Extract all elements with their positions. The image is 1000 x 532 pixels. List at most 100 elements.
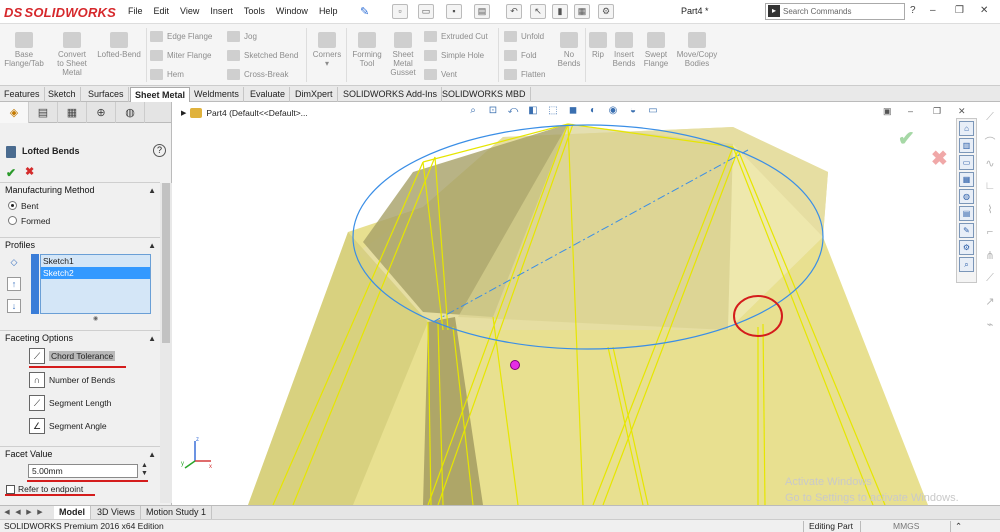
sketched-bend-button[interactable]: Sketched Bend [227, 49, 298, 62]
section-view-icon[interactable]: ◧ [525, 105, 541, 119]
jog-button[interactable]: Jog [227, 30, 257, 43]
viewport-minimize-icon[interactable]: – [908, 106, 913, 116]
configuration-manager-tab-icon[interactable]: ▦ [58, 102, 87, 123]
zoom-to-fit-icon[interactable]: ⌕ [465, 105, 481, 119]
expand-caret-icon[interactable]: ▶ [181, 109, 186, 117]
appearances-icon[interactable]: ◍ [959, 189, 974, 204]
menu-window[interactable]: Window [276, 6, 308, 16]
open-folder-icon[interactable]: ▭ [418, 4, 434, 19]
toolbox-icon[interactable]: ⚙ [959, 240, 974, 255]
first-tab-icon[interactable]: ◀ [2, 507, 12, 518]
file-explorer-icon[interactable]: ▭ [959, 155, 974, 170]
custom-properties-icon[interactable]: ▤ [959, 206, 974, 221]
feature-tree-flyout[interactable]: ▶ Part4 (Default<<Default>... [181, 108, 308, 118]
segment-length-option[interactable]: ⟋ Segment Length [29, 394, 111, 412]
lofted-bend-model[interactable] [173, 102, 1000, 505]
radio-formed[interactable]: Formed [0, 213, 160, 228]
ok-button[interactable]: ✔ [6, 166, 16, 180]
menu-file[interactable]: File [128, 6, 143, 16]
list-item[interactable]: Sketch1 [41, 255, 150, 267]
move-up-button[interactable]: ↑ [7, 277, 21, 291]
vent-button[interactable]: Vent [424, 68, 457, 81]
menu-tools[interactable]: Tools [244, 6, 265, 16]
flatten-button[interactable]: Flatten [504, 68, 545, 81]
fold-button[interactable]: Fold [504, 49, 537, 62]
panel-scrollbar[interactable] [160, 183, 172, 503]
menu-view[interactable]: View [180, 6, 199, 16]
move-copy-bodies-button[interactable]: Move/Copy Bodies [674, 32, 720, 68]
cross-break-button[interactable]: Cross-Break [227, 68, 288, 81]
solidworks-logo[interactable]: DS SOLIDWORKS [4, 2, 116, 22]
sheet-metal-gusset-button[interactable]: Sheet Metal Gusset [386, 32, 420, 77]
no-bends-button[interactable]: No Bends [555, 32, 583, 68]
help-icon[interactable]: ? [153, 144, 166, 157]
trim-icon[interactable]: ⌇ [983, 203, 997, 217]
sketch-point-icon[interactable]: ∟ [983, 180, 997, 194]
pin-icon[interactable]: ✎ [360, 5, 372, 18]
zoom-area-icon[interactable]: ⊡ [485, 105, 501, 119]
options-gear-icon[interactable]: ⚙ [598, 4, 614, 19]
scrollbar-thumb[interactable] [162, 183, 170, 343]
extruded-cut-button[interactable]: Extruded Cut [424, 30, 488, 43]
dimxpert-manager-tab-icon[interactable]: ⊕ [87, 102, 116, 123]
tab-solidworks-mbd[interactable]: SOLIDWORKS MBD [438, 87, 531, 102]
select-pointer-icon[interactable]: ↖ [530, 4, 546, 19]
unfold-button[interactable]: Unfold [504, 30, 544, 43]
feature-manager-tab-icon[interactable]: ◈ [0, 102, 29, 123]
value-spinner[interactable]: ▲ ▼ [141, 462, 148, 478]
file-properties-icon[interactable]: ▦ [574, 4, 590, 19]
status-options-icon[interactable]: ⌃ [955, 520, 962, 532]
sketch-arc-icon[interactable]: ⌒ [983, 134, 997, 149]
pierce-point[interactable] [510, 360, 520, 370]
property-manager-tab-icon[interactable]: ▤ [29, 102, 58, 123]
mirror-icon[interactable]: ⋔ [983, 249, 997, 263]
menu-help[interactable]: Help [319, 6, 338, 16]
view-settings-icon[interactable]: ▭ [645, 105, 661, 119]
corners-button[interactable]: Corners ▾ [308, 32, 346, 68]
restore-button[interactable]: ❐ [955, 5, 964, 16]
tab-sketch[interactable]: Sketch [44, 87, 81, 102]
lofted-bend-button[interactable]: Lofted-Bend [94, 32, 144, 59]
sketch-spline-icon[interactable]: ∿ [983, 157, 997, 171]
profiles-list[interactable]: Sketch1 Sketch2 [40, 254, 151, 314]
tab-evaluate[interactable]: Evaluate [246, 87, 291, 102]
help-icon[interactable]: ? [910, 5, 916, 16]
solidworks-forum-icon[interactable]: ✎ [959, 223, 974, 238]
new-document-icon[interactable]: ▫ [392, 4, 408, 19]
fillet-icon[interactable]: ⌐ [983, 226, 997, 240]
viewport-close-icon[interactable]: ✕ [958, 106, 966, 117]
miter-flange-button[interactable]: Miter Flange [150, 49, 211, 62]
rip-button[interactable]: Rip [587, 32, 609, 59]
simple-hole-button[interactable]: Simple Hole [424, 49, 484, 62]
minimize-button[interactable]: – [930, 5, 936, 16]
hem-button[interactable]: Hem [150, 68, 184, 81]
radio-button[interactable] [8, 201, 17, 210]
refer-to-endpoint-checkbox[interactable]: Refer to endpoint [6, 484, 83, 494]
tab-motion-study-1[interactable]: Motion Study 1 [141, 506, 213, 519]
search-commands-input[interactable]: ▸ Search Commands [765, 3, 905, 20]
next-tab-icon[interactable]: ▶ [24, 507, 34, 518]
tab-3d-views[interactable]: 3D Views [92, 506, 141, 519]
segment-angle-option[interactable]: ∠ Segment Angle [29, 417, 107, 435]
home-icon[interactable]: ⌂ [959, 121, 974, 136]
collapse-chevron-icon[interactable]: ▲ [148, 331, 156, 346]
dimension-icon[interactable]: ↗ [983, 295, 997, 309]
insert-bends-button[interactable]: Insert Bends [610, 32, 638, 68]
tab-sheet-metal[interactable]: Sheet Metal [130, 87, 191, 102]
rebuild-icon[interactable]: ▮ [552, 4, 568, 19]
prev-tab-icon[interactable]: ◀ [13, 507, 23, 518]
scene-icon[interactable]: ◒ [625, 105, 641, 119]
confirm-ok-icon[interactable]: ✔ [898, 126, 915, 151]
collapse-chevron-icon[interactable]: ▲ [148, 238, 156, 253]
offset-icon[interactable]: ⟋ [983, 272, 997, 286]
resize-handle-icon[interactable]: ◉ [93, 315, 98, 322]
save-icon[interactable]: ▪ [446, 4, 462, 19]
sketch-line-icon[interactable]: ⟋ [983, 111, 997, 125]
previous-view-icon[interactable]: ⤺ [505, 105, 521, 119]
tab-features[interactable]: Features [0, 87, 45, 102]
close-button[interactable]: ✕ [980, 5, 988, 16]
swept-flange-button[interactable]: Swept Flange [640, 32, 672, 68]
print-icon[interactable]: ▤ [474, 4, 490, 19]
last-tab-icon[interactable]: ▶ [35, 507, 45, 518]
chord-tolerance-option[interactable]: ⟋ Chord Tolerance [29, 347, 116, 365]
